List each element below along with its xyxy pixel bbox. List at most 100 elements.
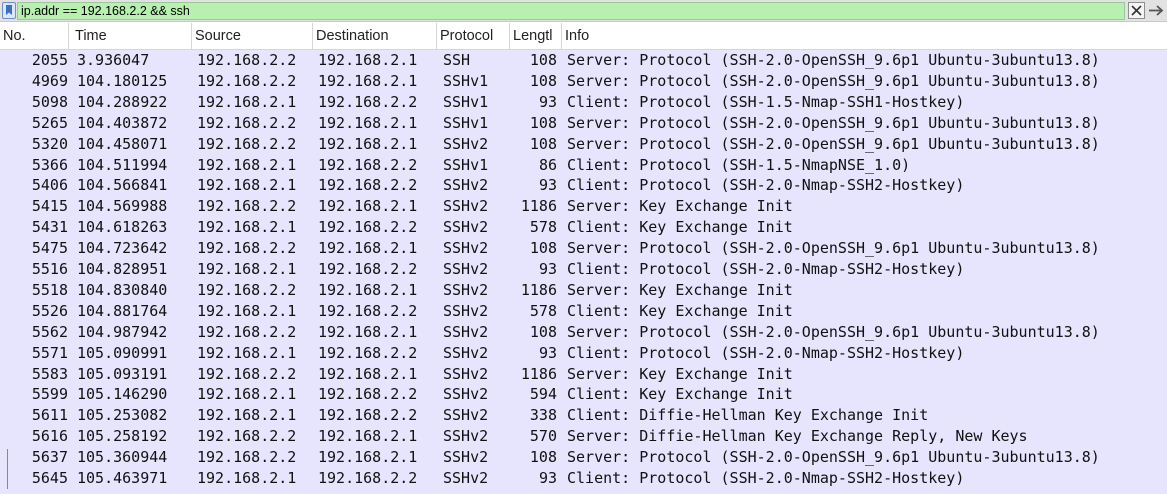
packet-row[interactable]: 5571 105.090991 192.168.2.1 192.168.2.2 SSHv… — [0, 343, 1167, 364]
packet-source: 192.168.2.2 — [197, 239, 297, 258]
packet-time: 104.723642 — [77, 239, 168, 258]
packet-length: 108 — [529, 134, 557, 153]
packet-info: Client: Diffie-Hellman Key Exchange Init — [567, 406, 929, 425]
packet-protocol: SSHv1 — [443, 92, 489, 111]
packet-row[interactable]: 5599 105.146290 192.168.2.1 192.168.2.2 SSHv… — [0, 384, 1167, 405]
packet-number: 5518 — [31, 280, 68, 299]
packet-destination: 192.168.2.1 — [318, 134, 418, 153]
packet-length: 1186 — [520, 280, 557, 299]
packet-info: Server: Protocol (SSH-2.0-OpenSSH_9.6p1 … — [567, 113, 1100, 132]
packet-destination: 192.168.2.2 — [318, 260, 418, 278]
packet-info: Client: Key Exchange Init — [567, 301, 793, 320]
column-header-info[interactable]: Info — [562, 23, 1167, 49]
clear-x-icon[interactable] — [1128, 2, 1145, 19]
column-header-no[interactable]: No. — [0, 23, 69, 49]
packet-number: 5406 — [31, 176, 68, 195]
packet-row[interactable]: 5415 104.569988 192.168.2.2 192.168.2.1 SSHv… — [0, 196, 1167, 217]
packet-info: Client: Key Exchange Init — [567, 385, 793, 404]
packet-time: 104.511994 — [77, 155, 168, 174]
packet-length: 108 — [529, 71, 557, 90]
packet-source: 192.168.2.1 — [197, 469, 297, 487]
packet-protocol: SSHv2 — [443, 427, 489, 446]
packet-destination: 192.168.2.2 — [318, 406, 418, 425]
packet-time: 105.090991 — [77, 343, 168, 362]
packet-row[interactable]: 2055 3.936047 192.168.2.2 192.168.2.1 SSH 108… — [0, 50, 1167, 71]
packet-length: 1186 — [520, 364, 557, 383]
packet-number: 5516 — [31, 260, 68, 278]
packet-source: 192.168.2.2 — [197, 113, 297, 132]
packet-info: Server: Protocol (SSH-2.0-OpenSSH_9.6p1 … — [567, 448, 1100, 467]
packet-row[interactable]: 5616 105.258192 192.168.2.2 192.168.2.1 SSHv… — [0, 426, 1167, 447]
packet-number: 5265 — [31, 113, 68, 132]
packet-row[interactable]: 5516 104.828951 192.168.2.1 192.168.2.2 SSHv… — [0, 259, 1167, 280]
packet-destination: 192.168.2.2 — [318, 469, 418, 487]
packet-row[interactable]: 5562 104.987942 192.168.2.2 192.168.2.1 SSHv… — [0, 322, 1167, 343]
packet-protocol: SSHv2 — [443, 301, 489, 320]
packet-row[interactable]: 5431 104.618263 192.168.2.1 192.168.2.2 SSHv… — [0, 217, 1167, 238]
packet-row[interactable]: 5098 104.288922 192.168.2.1 192.168.2.2 SSHv… — [0, 92, 1167, 113]
packet-length: 594 — [529, 385, 557, 404]
packet-info: Server: Protocol (SSH-2.0-OpenSSH_9.6p1 … — [567, 51, 1100, 69]
packet-destination: 192.168.2.2 — [318, 301, 418, 320]
packet-source: 192.168.2.2 — [197, 364, 297, 383]
packet-protocol: SSHv1 — [443, 113, 489, 132]
packet-info: Server: Protocol (SSH-2.0-OpenSSH_9.6p1 … — [567, 239, 1100, 258]
column-header-source[interactable]: Source — [192, 23, 313, 49]
packet-source: 192.168.2.2 — [197, 71, 297, 90]
packet-row[interactable]: 5637 105.360944 192.168.2.2 192.168.2.1 SSHv… — [0, 447, 1167, 468]
packet-time: 105.146290 — [77, 385, 168, 404]
packet-row[interactable]: 5518 104.830840 192.168.2.2 192.168.2.1 SSHv… — [0, 280, 1167, 301]
column-header-protocol[interactable]: Protocol — [437, 23, 510, 49]
packet-number: 5571 — [31, 343, 68, 362]
arrow-right-icon[interactable] — [1147, 2, 1166, 19]
packet-protocol: SSHv2 — [443, 260, 489, 278]
packet-number: 4969 — [31, 71, 68, 90]
column-header-length[interactable]: Lengtl — [510, 23, 562, 49]
packet-length: 93 — [538, 343, 557, 362]
packet-protocol: SSHv2 — [443, 239, 489, 258]
packet-number: 5583 — [31, 364, 68, 383]
packet-length: 108 — [529, 448, 557, 467]
packet-row[interactable]: 4969 104.180125 192.168.2.2 192.168.2.1 SSHv… — [0, 71, 1167, 92]
packet-row[interactable]: 5406 104.566841 192.168.2.1 192.168.2.2 SSHv… — [0, 175, 1167, 196]
packet-row[interactable]: 5366 104.511994 192.168.2.1 192.168.2.2 SSHv… — [0, 155, 1167, 176]
packet-destination: 192.168.2.1 — [318, 448, 418, 467]
packet-info: Client: Protocol (SSH-2.0-Nmap-SSH2-Host… — [567, 260, 965, 278]
packet-row[interactable]: 5611 105.253082 192.168.2.1 192.168.2.2 SSHv… — [0, 405, 1167, 426]
bookmark-icon[interactable] — [2, 2, 16, 19]
packet-source: 192.168.2.1 — [197, 92, 297, 111]
packet-number: 5645 — [31, 469, 68, 487]
packet-time: 104.569988 — [77, 197, 168, 216]
packet-protocol: SSHv2 — [443, 364, 489, 383]
packet-length: 108 — [529, 239, 557, 258]
packet-row[interactable]: 5475 104.723642 192.168.2.2 192.168.2.1 SSHv… — [0, 238, 1167, 259]
packet-source: 192.168.2.2 — [197, 280, 297, 299]
packet-destination: 192.168.2.2 — [318, 176, 418, 195]
packet-row[interactable]: 5320 104.458071 192.168.2.2 192.168.2.1 SSHv… — [0, 134, 1167, 155]
packet-number: 5415 — [31, 197, 68, 216]
packet-info: Client: Protocol (SSH-2.0-Nmap-SSH2-Host… — [567, 343, 965, 362]
packet-row[interactable]: 5583 105.093191 192.168.2.2 192.168.2.1 SSHv… — [0, 364, 1167, 385]
related-packet-indicator — [7, 449, 8, 490]
packet-source: 192.168.2.1 — [197, 155, 297, 174]
packet-info: Server: Diffie-Hellman Key Exchange Repl… — [567, 427, 1028, 446]
column-header-destination[interactable]: Destination — [313, 23, 437, 49]
packet-list[interactable]: 2055 3.936047 192.168.2.2 192.168.2.1 SSH 108… — [0, 50, 1167, 494]
packet-destination: 192.168.2.1 — [318, 239, 418, 258]
packet-info: Server: Protocol (SSH-2.0-OpenSSH_9.6p1 … — [567, 71, 1100, 90]
packet-info: Server: Key Exchange Init — [567, 197, 793, 216]
packet-time: 104.618263 — [77, 218, 168, 237]
packet-length: 578 — [529, 218, 557, 237]
packet-source: 192.168.2.2 — [197, 427, 297, 446]
packet-row[interactable]: 5526 104.881764 192.168.2.1 192.168.2.2 SSHv… — [0, 301, 1167, 322]
packet-row[interactable]: 5265 104.403872 192.168.2.2 192.168.2.1 SSHv… — [0, 113, 1167, 134]
packet-protocol: SSHv2 — [443, 218, 489, 237]
packet-info: Server: Key Exchange Init — [567, 364, 793, 383]
display-filter-input[interactable] — [17, 2, 1125, 20]
packet-length: 578 — [529, 301, 557, 320]
packet-time: 104.403872 — [77, 113, 168, 132]
packet-protocol: SSHv2 — [443, 406, 489, 425]
column-header-time[interactable]: Time — [72, 23, 192, 49]
packet-row[interactable]: 5645 105.463971 192.168.2.1 192.168.2.2 SSHv… — [0, 468, 1167, 489]
packet-destination: 192.168.2.2 — [318, 218, 418, 237]
